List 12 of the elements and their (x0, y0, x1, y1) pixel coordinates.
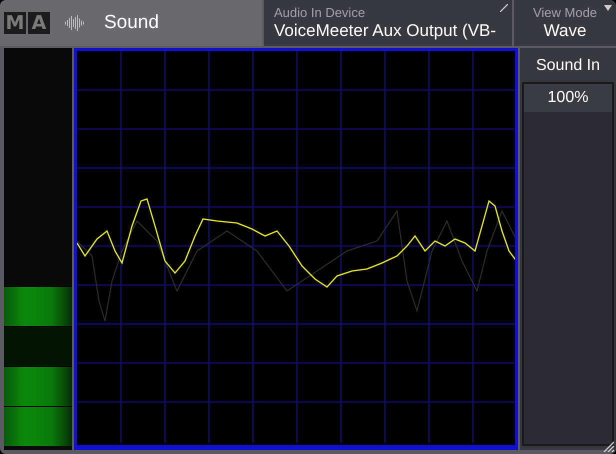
resize-grip-icon[interactable] (602, 440, 614, 452)
view-mode-selector[interactable]: View Mode Wave (514, 0, 616, 46)
fader[interactable]: 100% (522, 82, 614, 446)
audio-device-selector[interactable]: Audio In Device VoiceMeeter Aux Output (VB- (264, 0, 512, 46)
logo-letter: M (4, 12, 26, 34)
fader-label: Sound In (534, 56, 602, 76)
dropdown-icon (604, 5, 612, 11)
waveform-icon (64, 12, 86, 34)
window-title: Sound (104, 12, 159, 34)
edit-icon (500, 4, 508, 12)
fader-value: 100% (524, 84, 612, 112)
logo-letter: A (28, 12, 50, 34)
